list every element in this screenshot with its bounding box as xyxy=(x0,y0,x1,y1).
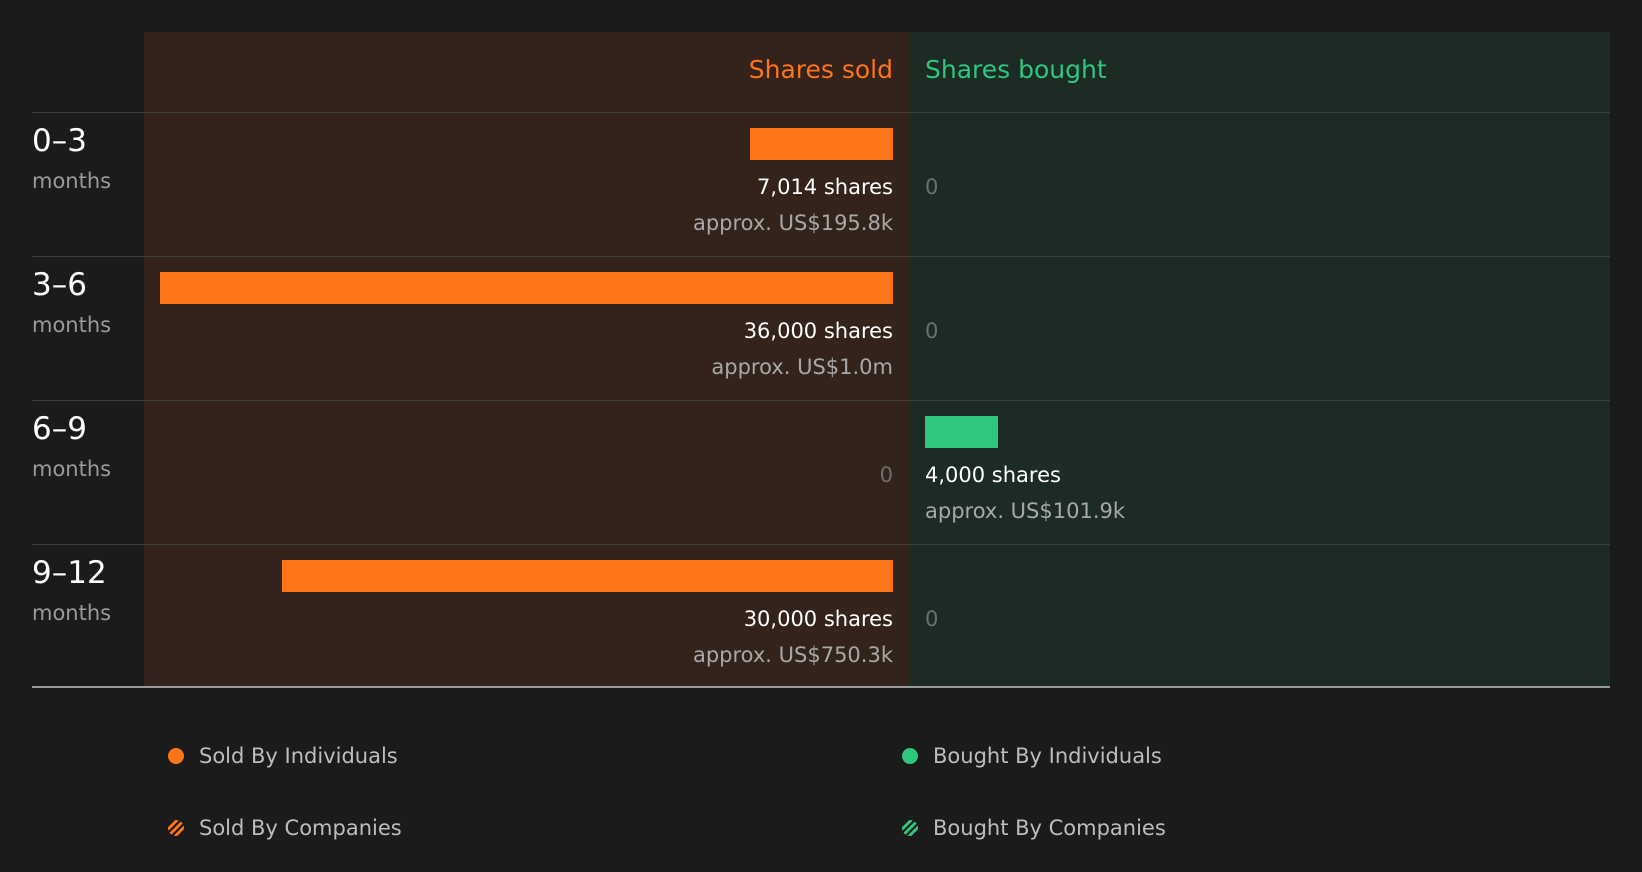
sold-approx-value: approx. US$1.0m xyxy=(711,355,893,379)
sold-shares-label: 7,014 shares xyxy=(757,175,893,199)
legend-dot-icon xyxy=(168,748,184,764)
period-range-label: 6–9 xyxy=(32,411,87,447)
period-range-label: 0–3 xyxy=(32,123,87,159)
sold-bar[interactable] xyxy=(750,128,893,160)
bought-zero-label: 0 xyxy=(925,175,939,199)
bought-approx-value: approx. US$101.9k xyxy=(925,499,1126,523)
sold-approx-value: approx. US$195.8k xyxy=(692,211,893,235)
sold-zero-label: 0 xyxy=(879,463,893,487)
legend-sold-by-companies[interactable]: Sold By Companies xyxy=(168,814,402,842)
chart-baseline xyxy=(32,686,1610,688)
sold-bar[interactable] xyxy=(160,272,893,304)
chart-row: 0–3 months 7,014 shares approx. US$195.8k 0 xyxy=(0,113,1642,257)
legend-sold-by-individuals[interactable]: Sold By Individuals xyxy=(168,742,398,770)
period-range-label: 9–12 xyxy=(32,555,107,591)
legend-label: Sold By Companies xyxy=(199,816,402,840)
period-unit-label: months xyxy=(32,313,112,337)
bought-zero-label: 0 xyxy=(925,319,939,343)
sold-bar[interactable] xyxy=(282,560,893,592)
period-unit-label: months xyxy=(32,457,112,481)
insider-trading-chart: Shares sold Shares bought 0–3 months 7,014… xyxy=(0,0,1642,700)
period-unit-label: months xyxy=(32,169,112,193)
legend-label: Bought By Companies xyxy=(933,816,1166,840)
sold-shares-label: 36,000 shares xyxy=(743,319,893,343)
period-range-label: 3–6 xyxy=(32,267,87,303)
sold-approx-value: approx. US$750.3k xyxy=(692,643,893,667)
bought-zero-label: 0 xyxy=(925,607,939,631)
legend-dot-icon xyxy=(902,748,918,764)
legend-label: Bought By Individuals xyxy=(933,744,1162,768)
bought-bar[interactable] xyxy=(925,416,998,448)
header-shares-sold: Shares sold xyxy=(748,55,893,84)
chart-row: 3–6 months 36,000 shares approx. US$1.0m 0 xyxy=(0,257,1642,401)
legend-hatched-dot-icon xyxy=(168,820,184,836)
legend-hatched-dot-icon xyxy=(902,820,918,836)
legend-bought-by-companies[interactable]: Bought By Companies xyxy=(902,814,1166,842)
chart-row: 9–12 months 30,000 shares approx. US$750.3k… xyxy=(0,545,1642,689)
bought-shares-label: 4,000 shares xyxy=(925,463,1061,487)
legend-label: Sold By Individuals xyxy=(199,744,398,768)
period-unit-label: months xyxy=(32,601,112,625)
header-shares-bought: Shares bought xyxy=(925,55,1107,84)
chart-row: 6–9 months 0 4,000 shares approx. US$101.9k xyxy=(0,401,1642,545)
legend-bought-by-individuals[interactable]: Bought By Individuals xyxy=(902,742,1162,770)
sold-shares-label: 30,000 shares xyxy=(743,607,893,631)
